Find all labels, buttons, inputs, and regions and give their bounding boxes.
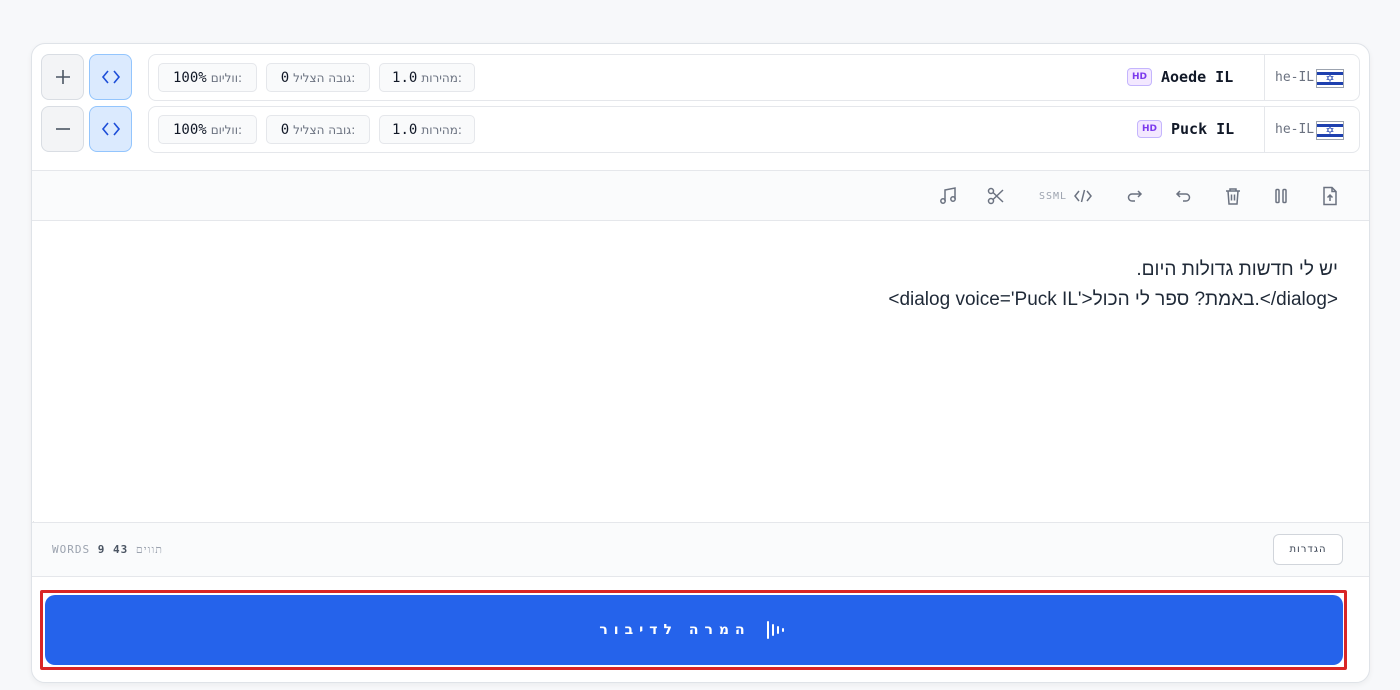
- code-brackets-icon: [101, 122, 120, 136]
- voice-name[interactable]: Aoede IL: [1161, 68, 1233, 86]
- upload-file-button[interactable]: [1318, 184, 1342, 208]
- divider: [1264, 107, 1265, 152]
- pause-icon: [1275, 188, 1287, 204]
- word-count: 9: [97, 543, 106, 556]
- volume-chip[interactable]: 100% ווליום:: [158, 63, 257, 92]
- editor-footer: WORDS 9 תווים 43 הגדרות: [32, 522, 1369, 577]
- voice-name[interactable]: Puck IL: [1171, 120, 1234, 138]
- locale-code: he-IL: [1275, 70, 1315, 85]
- editor-line: יש לי חדשות גדולות היום.: [1136, 259, 1338, 280]
- redo-icon: [1127, 190, 1143, 202]
- scissors-icon: [987, 187, 1004, 205]
- code-brackets-icon: [101, 70, 120, 84]
- trash-icon: [1226, 188, 1240, 205]
- char-count: 43: [113, 543, 129, 556]
- israel-flag-icon: ✡: [1316, 121, 1344, 140]
- scissors-button[interactable]: [984, 184, 1008, 208]
- undo-button[interactable]: [1171, 184, 1195, 208]
- music-note-icon: [940, 187, 956, 204]
- plus-icon: [55, 70, 70, 84]
- hd-badge: HD: [1137, 120, 1162, 138]
- dialog-toggle-button[interactable]: [89, 106, 132, 152]
- ssml-button[interactable]: SSML: [1036, 184, 1096, 208]
- divider: [1264, 55, 1265, 100]
- settings-button[interactable]: הגדרות: [1273, 534, 1343, 565]
- char-label: תווים: [135, 543, 163, 556]
- speed-chip[interactable]: 1.0 מהירות:: [379, 63, 475, 92]
- add-voice-button[interactable]: [41, 54, 84, 100]
- tts-panel: 100% ווליום: 0 גובה הצליל: 1.0 מהירות: HD A…: [31, 43, 1370, 683]
- convert-to-speech-button[interactable]: המרה לדיבור: [45, 595, 1343, 665]
- pitch-chip[interactable]: 0 גובה הצליל:: [266, 115, 370, 144]
- voice-row[interactable]: 100% ווליום: 0 גובה הצליל: 1.0 מהירות: HD P…: [148, 106, 1360, 153]
- editor-line: <dialog voice='Puck IL'>באמת? ספר לי הכו…: [888, 289, 1338, 310]
- redo-button[interactable]: [1123, 184, 1147, 208]
- file-upload-icon: [1323, 186, 1337, 206]
- word-label: WORDS: [52, 543, 91, 556]
- remove-voice-button[interactable]: [41, 106, 84, 152]
- undo-icon: [1175, 190, 1191, 202]
- editor-toolbar: SSML: [32, 170, 1369, 221]
- code-icon: [1074, 189, 1093, 203]
- dialog-toggle-button[interactable]: [89, 54, 132, 100]
- pitch-chip[interactable]: 0 גובה הצליל:: [266, 63, 370, 92]
- hd-badge: HD: [1127, 68, 1152, 86]
- voice-row[interactable]: 100% ווליום: 0 גובה הצליל: 1.0 מהירות: HD A…: [148, 54, 1360, 101]
- text-editor[interactable]: יש לי חדשות גדולות היום. <dialog voice='…: [32, 221, 1369, 529]
- resize-handle-icon[interactable]: [32, 514, 40, 529]
- pause-button[interactable]: [1269, 184, 1293, 208]
- text-stats: WORDS 9 תווים 43: [52, 543, 163, 556]
- speed-chip[interactable]: 1.0 מהירות:: [379, 115, 475, 144]
- israel-flag-icon: ✡: [1316, 69, 1344, 88]
- editor-content[interactable]: יש לי חדשות גדולות היום. <dialog voice='…: [888, 255, 1338, 315]
- minus-icon: [55, 128, 70, 130]
- audio-waveform-icon: [766, 621, 784, 639]
- music-note-button[interactable]: [936, 184, 960, 208]
- volume-chip[interactable]: 100% ווליום:: [158, 115, 257, 144]
- clear-button[interactable]: [1221, 184, 1245, 208]
- convert-label: המרה לדיבור: [599, 622, 751, 638]
- locale-code: he-IL: [1275, 122, 1315, 137]
